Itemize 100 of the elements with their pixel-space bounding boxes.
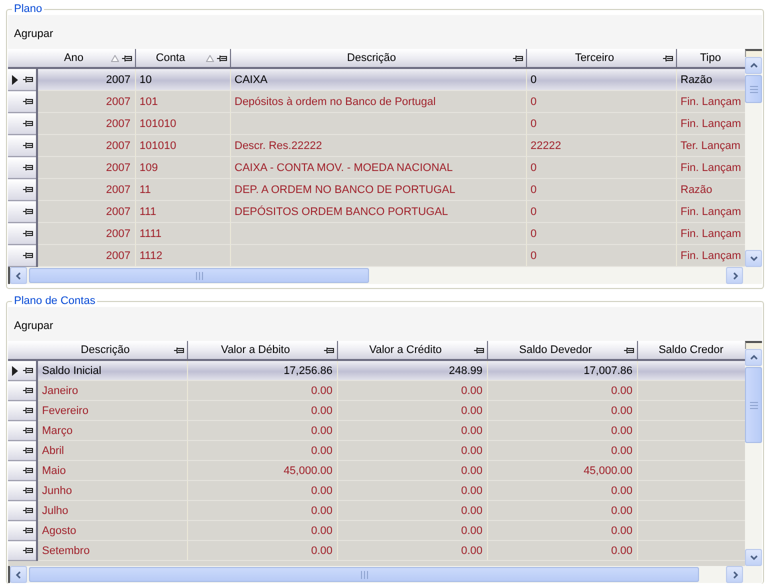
row-header[interactable] [8,480,37,500]
table-row[interactable]: 2007 101 Depósitos à ordem no Banco de Portugal 0 Fin. Lançam [8,90,745,112]
table-row[interactable]: 2007 101010 Descr. Res.22222 22222 Ter. Lançam [8,134,745,156]
column-header[interactable]: Valor a Crédito [337,341,487,360]
table-cell: Setembro [42,544,90,556]
table-cell: Fin. Lançam [680,228,742,240]
column-header[interactable]: Descrição [230,49,526,68]
arrow-icon [12,74,18,84]
row-header[interactable] [8,244,37,266]
table-cell: 2007 [106,162,130,174]
table-cell: 0.00 [311,424,332,436]
group-title: Plano de Contas [13,295,96,307]
grip-icon [196,272,202,280]
row-header[interactable] [8,90,37,112]
column-header[interactable]: Valor a Débito [187,341,337,360]
table-cell: 0.00 [311,484,332,496]
pin-icon [23,507,33,514]
scroll-thumb[interactable] [745,75,762,103]
scrollbar-corner [745,49,762,57]
table-row[interactable]: Maio 45,000.00 0.00 45,000.00 [8,460,745,480]
table-cell: 0.00 [461,464,482,476]
table-row[interactable]: Fevereiro 0.00 0.00 0.00 [8,400,745,420]
scroll-left-button[interactable] [10,566,27,583]
table-cell: 2007 [106,96,130,108]
table-cell: 0 [530,118,537,130]
row-header[interactable] [8,360,37,380]
table-row[interactable]: Janeiro 0.00 0.00 0.00 [8,380,745,400]
pin-icon [23,142,33,149]
group-by-label[interactable]: Agrupar [14,320,54,332]
table-row[interactable]: Março 0.00 0.00 0.00 [8,420,745,440]
table-cell: 0 [530,250,537,262]
row-header[interactable] [8,520,37,540]
column-header[interactable]: Ano [37,49,135,68]
table-row[interactable]: 2007 11 DEP. A ORDEM NO BANCO DE PORTUGAL 0 Razão [8,178,745,200]
scroll-right-button[interactable] [726,267,743,284]
row-header[interactable] [8,178,37,200]
row-header[interactable] [8,440,37,460]
table-row[interactable]: Abril 0.00 0.00 0.00 [8,440,745,460]
scroll-thumb[interactable] [745,367,762,443]
table-row[interactable]: Agosto 0.00 0.00 0.00 [8,520,745,540]
scroll-right-button[interactable] [726,566,743,583]
table-cell: 0.00 [461,504,482,516]
table-cell: 2007 [106,74,130,86]
table-row[interactable]: 2007 1111 0 Fin. Lançam [8,222,745,244]
table-cell: Fin. Lançam [680,250,742,262]
pin-icon [23,487,33,494]
scroll-down-button[interactable] [745,549,762,566]
row-header[interactable] [8,400,37,420]
group-by-label[interactable]: Agrupar [14,28,54,40]
pin-icon [23,447,33,454]
table-cell: 0 [530,228,537,240]
scroll-down-button[interactable] [745,250,762,267]
row-header[interactable] [8,134,37,156]
column-header[interactable]: Conta [135,49,230,68]
scroll-thumb[interactable] [29,268,369,283]
horizontal-scrollbar[interactable] [8,267,762,284]
row-header[interactable] [8,112,37,134]
table-cell: DEP. A ORDEM NO BANCO DE PORTUGAL [234,184,456,196]
table-row[interactable]: 2007 111 DEPÓSITOS ORDEM BANCO PORTUGAL 0 Fin. Lançam [8,200,745,222]
table-row[interactable]: Junho 0.00 0.00 0.00 [8,480,745,500]
table-cell: 0.00 [611,524,632,536]
scroll-thumb[interactable] [29,567,699,582]
table-cell: 0.00 [461,444,482,456]
column-header[interactable]: Terceiro [526,49,676,68]
row-header[interactable] [8,380,37,400]
row-header[interactable] [8,222,37,244]
vertical-scrollbar[interactable] [745,341,762,566]
pin-icon [23,208,33,215]
scrollbar-corner [745,341,762,349]
row-header[interactable] [8,420,37,440]
row-header[interactable] [8,68,37,90]
table-row[interactable]: 2007 109 CAIXA - CONTA MOV. - MOEDA NACIONAL 0 Fin. Lançam [8,156,745,178]
table-cell: 0 [530,184,537,196]
scroll-up-button[interactable] [745,349,762,366]
pin-icon [23,467,33,474]
table-cell: 0 [530,162,537,174]
column-header[interactable]: Tipo [676,49,745,68]
row-header[interactable] [8,460,37,480]
table-row[interactable]: Saldo Inicial 17,256.86 248.99 17,007.86 [8,360,745,380]
table-cell: 45,000.00 [584,464,632,476]
row-header[interactable] [8,540,37,560]
scroll-up-button[interactable] [745,57,762,74]
column-header[interactable]: Descrição [37,341,187,360]
table-cell: 0.00 [611,424,632,436]
table-cell: Descr. Res.22222 [234,140,322,152]
row-header[interactable] [8,156,37,178]
table-row[interactable]: 2007 10 CAIXA 0 Razão [8,68,745,90]
horizontal-scrollbar[interactable] [8,566,762,583]
table-cell: Abril [42,444,64,456]
column-header[interactable]: Saldo Credor [637,341,745,360]
row-header[interactable] [8,200,37,222]
table-row[interactable]: 2007 101010 0 Fin. Lançam [8,112,745,134]
table-row[interactable]: Julho 0.00 0.00 0.00 [8,500,745,520]
row-header[interactable] [8,500,37,520]
vertical-scrollbar[interactable] [745,49,762,267]
table-row[interactable]: Setembro 0.00 0.00 0.00 [8,540,745,560]
column-header[interactable]: Saldo Devedor [487,341,637,360]
table-cell: 22222 [530,140,562,152]
table-cell: 0.00 [611,544,632,556]
scroll-left-button[interactable] [10,267,27,284]
